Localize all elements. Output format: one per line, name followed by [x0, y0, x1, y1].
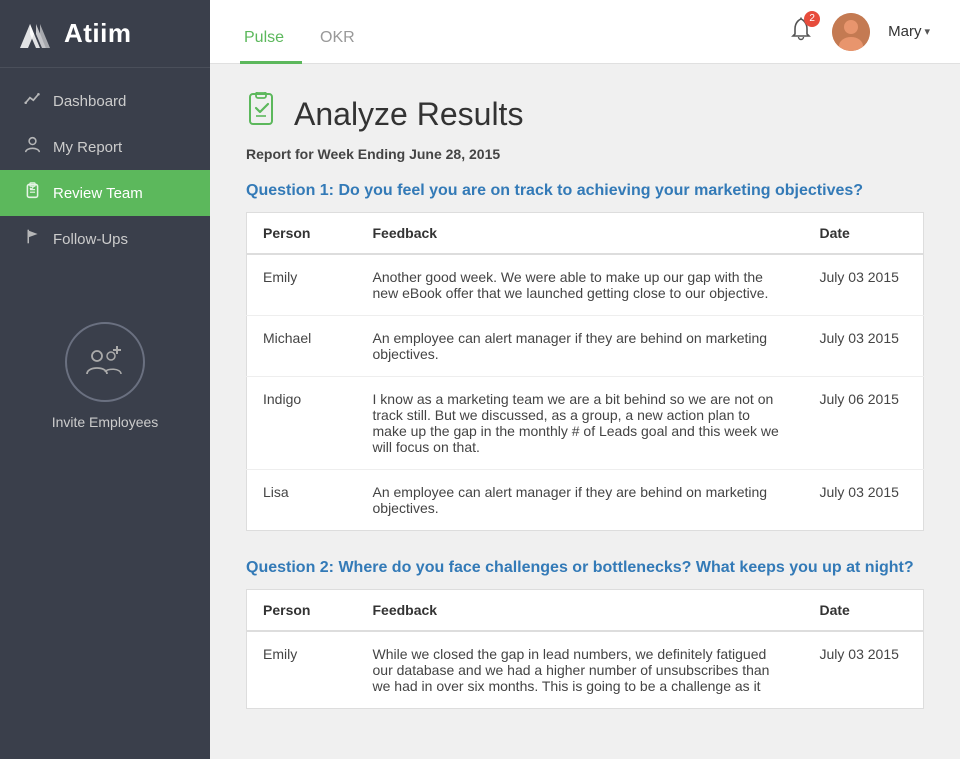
col-header-feedback-2: Feedback: [357, 590, 804, 632]
person-cell: Indigo: [247, 377, 357, 470]
sidebar-item-review-team-label: Review Team: [53, 185, 143, 202]
table-header-row: Person Feedback Date: [247, 213, 924, 255]
date-cell: July 03 2015: [804, 631, 924, 709]
person-cell: Emily: [247, 254, 357, 316]
question-1-table: Person Feedback Date Emily Another good …: [246, 212, 924, 531]
header-tabs: Pulse OKR: [240, 0, 788, 63]
table-row: Michael An employee can alert manager if…: [247, 316, 924, 377]
question-1-heading: Question 1: Do you feel you are on track…: [246, 182, 924, 200]
tab-pulse[interactable]: Pulse: [240, 29, 302, 64]
page-header: Analyze Results: [246, 92, 924, 136]
sidebar-item-review-team[interactable]: Review Team: [0, 170, 210, 216]
invite-employees-button[interactable]: [65, 322, 145, 402]
report-date: Report for Week Ending June 28, 2015: [246, 146, 924, 162]
feedback-cell: An employee can alert manager if they ar…: [357, 470, 804, 531]
header-right: 2 Mary ▾: [788, 13, 930, 51]
sidebar-item-my-report[interactable]: My Report: [0, 124, 210, 170]
nav-items: Dashboard My Report: [0, 78, 210, 262]
sidebar-item-follow-ups[interactable]: Follow-Ups: [0, 216, 210, 262]
user-menu[interactable]: Mary ▾: [888, 23, 930, 40]
question-1-block: Question 1: Do you feel you are on track…: [246, 182, 924, 531]
feedback-cell: While we closed the gap in lead numbers,…: [357, 631, 804, 709]
table-header-row: Person Feedback Date: [247, 590, 924, 632]
feedback-cell: Another good week. We were able to make …: [357, 254, 804, 316]
feedback-cell: I know as a marketing team we are a bit …: [357, 377, 804, 470]
question-2-table: Person Feedback Date Emily While we clos…: [246, 589, 924, 709]
table-row: Emily While we closed the gap in lead nu…: [247, 631, 924, 709]
person-cell: Lisa: [247, 470, 357, 531]
clipboard-icon: [24, 182, 41, 204]
sidebar-item-my-report-label: My Report: [53, 139, 122, 156]
flag-icon: [24, 228, 41, 250]
sidebar-item-dashboard-label: Dashboard: [53, 93, 126, 110]
col-header-person: Person: [247, 213, 357, 255]
chevron-down-icon: ▾: [924, 25, 930, 38]
col-header-person-2: Person: [247, 590, 357, 632]
notifications-bell[interactable]: 2: [788, 16, 814, 48]
table-row: Indigo I know as a marketing team we are…: [247, 377, 924, 470]
user-name-label: Mary: [888, 23, 921, 40]
feedback-cell: An employee can alert manager if they ar…: [357, 316, 804, 377]
tab-okr[interactable]: OKR: [316, 29, 373, 64]
sidebar-item-follow-ups-label: Follow-Ups: [53, 231, 128, 248]
page-title: Analyze Results: [294, 96, 523, 133]
person-cell: Emily: [247, 631, 357, 709]
date-cell: July 03 2015: [804, 254, 924, 316]
person-icon: [24, 136, 41, 158]
sidebar-logo: Atiim: [0, 0, 210, 68]
chart-icon: [24, 90, 41, 112]
col-header-feedback: Feedback: [357, 213, 804, 255]
invite-section: Invite Employees: [0, 302, 210, 450]
date-cell: July 03 2015: [804, 470, 924, 531]
table-row: Emily Another good week. We were able to…: [247, 254, 924, 316]
date-cell: July 03 2015: [804, 316, 924, 377]
logo-icon: [20, 20, 56, 48]
invite-employees-label: Invite Employees: [52, 414, 159, 430]
col-header-date-2: Date: [804, 590, 924, 632]
avatar: [832, 13, 870, 51]
notification-count: 2: [804, 11, 820, 27]
person-cell: Michael: [247, 316, 357, 377]
sidebar-item-dashboard[interactable]: Dashboard: [0, 78, 210, 124]
sidebar: Atiim Dashboard My Report: [0, 0, 210, 759]
col-header-date: Date: [804, 213, 924, 255]
date-cell: July 06 2015: [804, 377, 924, 470]
analyze-icon: [246, 92, 282, 136]
content-area: Analyze Results Report for Week Ending J…: [210, 64, 960, 759]
logo-text: Atiim: [64, 18, 132, 49]
question-2-heading: Question 2: Where do you face challenges…: [246, 559, 924, 577]
question-2-block: Question 2: Where do you face challenges…: [246, 559, 924, 709]
table-row: Lisa An employee can alert manager if th…: [247, 470, 924, 531]
header: Pulse OKR 2: [210, 0, 960, 64]
main: Pulse OKR 2: [210, 0, 960, 759]
